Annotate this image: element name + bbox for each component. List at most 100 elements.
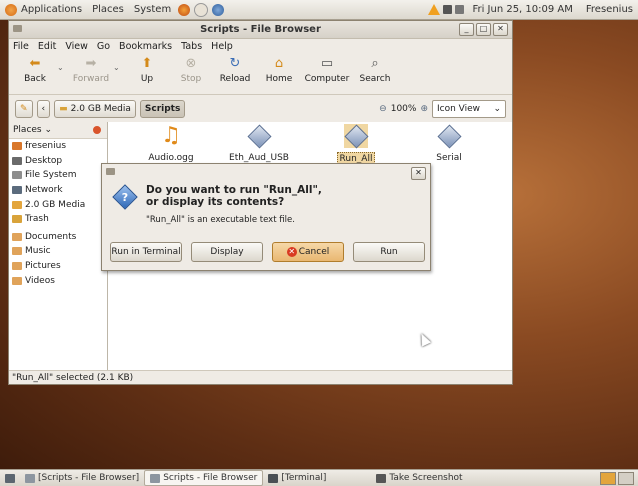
sidebar-item[interactable]: Music [9, 244, 107, 259]
back-label: Back [24, 74, 46, 84]
sidebar-header[interactable]: Places ⌄ [9, 122, 107, 139]
applications-menu[interactable]: Applications [0, 3, 87, 16]
minimize-button[interactable]: _ [459, 23, 474, 36]
cancel-button[interactable]: ✕ Cancel [272, 242, 344, 262]
search-button[interactable]: ⌕ Search [353, 54, 397, 85]
show-desktop-button[interactable] [0, 471, 20, 485]
close-sidebar-icon[interactable] [93, 126, 101, 134]
window-menu-icon[interactable] [13, 25, 22, 32]
sidebar-item[interactable]: 2.0 GB Media [9, 197, 107, 212]
close-button[interactable]: ✕ [493, 23, 508, 36]
sidebar-item[interactable]: File System [9, 168, 107, 183]
search-label: Search [359, 74, 391, 84]
back-button[interactable]: ⬅ Back [13, 54, 57, 85]
zoom-level[interactable]: 100% [391, 104, 417, 114]
help-icon[interactable] [212, 3, 225, 16]
workspace-1[interactable] [600, 471, 616, 485]
folder-icon [12, 200, 22, 209]
computer-label: Computer [304, 74, 350, 84]
places-menu[interactable]: Places [87, 4, 129, 15]
folder-icon [12, 247, 22, 256]
places-label: Places [92, 4, 124, 15]
toggle-location-button[interactable]: ✎ [15, 100, 33, 118]
clock[interactable]: Fri Jun 25, 10:09 AM [467, 4, 577, 15]
zoom-control: ⊖ 100% ⊕ Icon View ⌄ [379, 100, 512, 118]
view-mode-select[interactable]: Icon View ⌄ [432, 100, 506, 118]
task-label: [Terminal] [281, 473, 327, 483]
dialog-close-button[interactable]: ✕ [411, 167, 426, 180]
task-label: Scripts - File Browser [163, 473, 258, 483]
forward-button[interactable]: ➡ Forward [69, 54, 113, 85]
volume-icon[interactable] [455, 5, 465, 14]
home-button[interactable]: ⌂ Home [257, 54, 301, 85]
task-take-screenshot[interactable]: Take Screenshot [371, 471, 467, 485]
run-in-terminal-button[interactable]: Run in Terminal [110, 242, 182, 262]
file-serial[interactable]: Serial [414, 123, 484, 164]
reload-icon: ↻ [229, 56, 241, 71]
sidebar-item[interactable]: Pictures [9, 259, 107, 274]
menu-edit[interactable]: Edit [38, 41, 56, 52]
folder-icon [12, 171, 22, 180]
file-eth-aud-usb[interactable]: Eth_Aud_USB [224, 123, 294, 164]
reload-button[interactable]: ↻ Reload [213, 54, 257, 85]
zoom-out-icon[interactable]: ⊖ [379, 104, 387, 114]
bottom-panel: [Scripts - File Browser] Scripts - File … [0, 469, 638, 486]
window-icon [150, 473, 161, 483]
forward-label: Forward [72, 74, 110, 84]
update-warning-icon[interactable] [428, 4, 441, 15]
mail-icon[interactable] [194, 2, 209, 17]
path-scroll-left-button[interactable]: ‹ [36, 100, 51, 118]
task-terminal[interactable]: [Terminal] [263, 471, 331, 485]
crumb-scripts[interactable]: Scripts [139, 100, 186, 118]
stop-button[interactable]: ⊗ Stop [169, 54, 213, 85]
system-menu[interactable]: System [129, 4, 176, 15]
zoom-in-icon[interactable]: ⊕ [420, 104, 428, 114]
camera-icon [376, 473, 387, 483]
window-title: Scripts - File Browser [200, 24, 321, 35]
sidebar-item[interactable]: Documents [9, 230, 107, 245]
forward-history-dropdown[interactable]: ⌄ [113, 54, 125, 80]
run-button[interactable]: Run [353, 242, 425, 262]
crumb-media[interactable]: ▬ 2.0 GB Media [54, 100, 136, 118]
sidebar-item-label: 2.0 GB Media [25, 199, 86, 210]
network-icon[interactable] [443, 5, 453, 14]
menu-tabs[interactable]: Tabs [181, 41, 202, 52]
sidebar-item[interactable]: Trash [9, 212, 107, 227]
menu-file[interactable]: File [13, 41, 29, 52]
maximize-button[interactable]: □ [476, 23, 491, 36]
computer-icon: ▭ [320, 56, 334, 71]
menubar: File Edit View Go Bookmarks Tabs Help [9, 39, 512, 54]
user-switcher[interactable]: Fresenius [581, 4, 638, 15]
menu-view[interactable]: View [65, 41, 88, 52]
sidebar-list: fresenius Desktop File System Network 2.0 GB… [9, 139, 107, 288]
back-history-dropdown[interactable]: ⌄ [57, 54, 69, 80]
sidebar-item[interactable]: Videos [9, 273, 107, 288]
window-titlebar[interactable]: Scripts - File Browser _ □ ✕ [9, 21, 512, 39]
up-button[interactable]: ⬆ Up [125, 54, 169, 85]
sidebar-item-label: Desktop [25, 155, 63, 166]
sidebar-header-label: Places ⌄ [13, 125, 53, 135]
sidebar-item[interactable]: fresenius [9, 139, 107, 154]
file-audio-ogg[interactable]: ♫ Audio.ogg [136, 124, 206, 164]
workspace-2[interactable] [618, 471, 634, 485]
folder-icon [12, 156, 22, 165]
sidebar-item-label: Documents [25, 231, 77, 242]
up-arrow-icon: ⬆ [141, 56, 153, 71]
firefox-icon[interactable] [178, 3, 191, 16]
menu-go[interactable]: Go [97, 41, 110, 52]
computer-button[interactable]: ▭ Computer [301, 54, 353, 85]
dialog-menu-icon[interactable] [106, 168, 115, 175]
task-scripts-active[interactable]: Scripts - File Browser [144, 470, 264, 486]
sidebar-item[interactable]: Network [9, 183, 107, 198]
display-button[interactable]: Display [191, 242, 263, 262]
sidebar-item[interactable]: Desktop [9, 154, 107, 169]
window-controls: _ □ ✕ [459, 23, 508, 36]
task-scripts-minimized[interactable]: [Scripts - File Browser] [20, 471, 144, 485]
stop-icon: ⊗ [185, 56, 197, 71]
file-run-all[interactable]: Run_All [321, 123, 391, 166]
menu-bookmarks[interactable]: Bookmarks [119, 41, 172, 52]
folder-icon [12, 276, 22, 285]
menu-help[interactable]: Help [211, 41, 233, 52]
crumb-media-label: 2.0 GB Media [70, 104, 131, 114]
toolbar: ⬅ Back ⌄ ➡ Forward ⌄ ⬆ Up ⊗ Stop ↻ Reloa… [9, 54, 512, 95]
